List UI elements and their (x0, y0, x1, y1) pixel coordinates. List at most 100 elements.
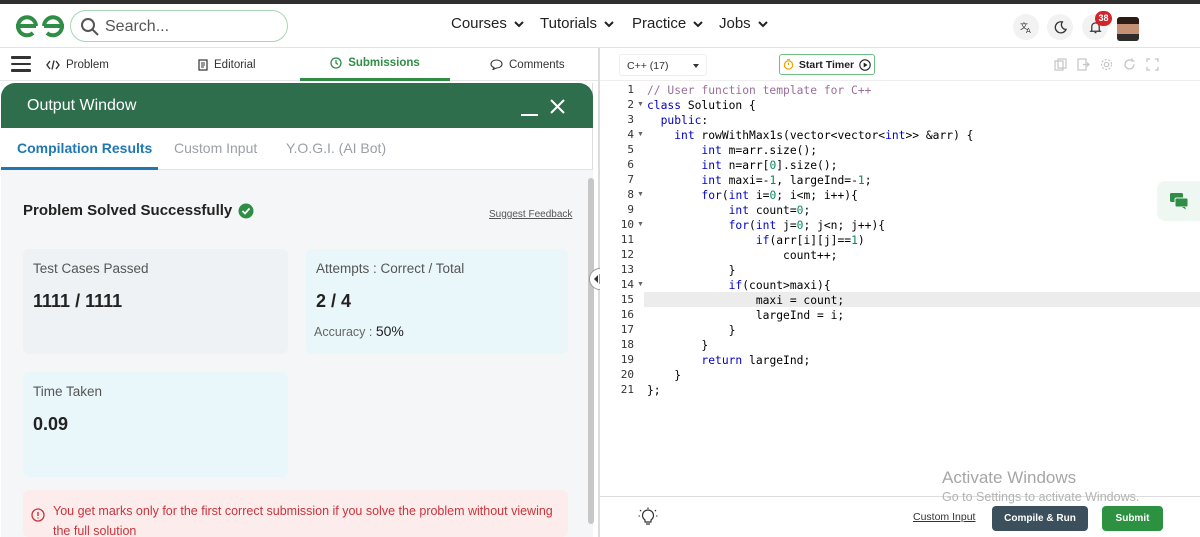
nav-tutorials[interactable]: Tutorials (540, 15, 615, 32)
code-editor[interactable]: // User function template for C++ class S… (646, 82, 1200, 497)
fold-toggle-icon[interactable]: ▼ (637, 281, 644, 288)
code-line[interactable]: if(arr[i][j]==1) (647, 233, 865, 248)
translate-icon: 文A (1020, 21, 1031, 34)
code-line[interactable]: maxi = count; (647, 293, 844, 308)
tab-problem[interactable]: Problem (46, 48, 166, 81)
nav-courses[interactable]: Courses (451, 15, 525, 32)
code-line[interactable]: largeInd = i; (647, 308, 844, 323)
tab-yogi-ai-bot[interactable]: Y.O.G.I. (AI Bot) (286, 140, 386, 156)
clock-icon (330, 57, 342, 69)
submit-button[interactable]: Submit (1102, 506, 1163, 531)
start-timer-label: Start Timer (798, 58, 855, 71)
dark-mode-button[interactable] (1047, 14, 1073, 40)
line-number: 11 (620, 233, 634, 246)
code-line[interactable]: if(count>maxi){ (647, 278, 831, 293)
editor-actions (1054, 58, 1159, 71)
line-number: 16 (620, 308, 634, 321)
problem-tabs: Problem Editorial Submissions Comments (0, 48, 598, 81)
gfg-logo-icon[interactable] (12, 11, 68, 41)
chat-button[interactable] (1157, 181, 1200, 221)
code-line[interactable]: } (647, 338, 708, 353)
tab-comments[interactable]: Comments (490, 48, 590, 81)
line-number-gutter: 1 2 ▼ 3 4 ▼ 5 6 7 8 ▼ 9 10 ▼ 11 12 13 14 ▼ 15 16 17 18 19 20 21 (600, 81, 644, 496)
scrollbar[interactable] (588, 178, 594, 524)
language-value: C++ (17) (627, 60, 669, 72)
code-line[interactable]: }; (647, 383, 661, 398)
accuracy-label: Accuracy : (314, 325, 373, 339)
check-circle-icon (238, 203, 254, 218)
export-icon[interactable] (1077, 58, 1090, 71)
tab-compilation-results[interactable]: Compilation Results (17, 140, 152, 156)
tab-comments-label: Comments (509, 58, 565, 71)
menu-icon[interactable] (11, 56, 31, 72)
status-heading: Problem Solved Successfully (23, 202, 254, 219)
tab-problem-label: Problem (66, 58, 109, 71)
chevron-down-icon (693, 20, 703, 27)
settings-icon[interactable] (1100, 58, 1113, 71)
code-line[interactable]: int m=arr.size(); (647, 143, 817, 158)
language-select[interactable]: C++ (17) (619, 54, 707, 76)
fold-toggle-icon[interactable]: ▼ (637, 221, 644, 228)
nav-jobs[interactable]: Jobs (719, 15, 769, 32)
top-navbar: Courses Tutorials Practice Jobs 文A 38 (0, 4, 1200, 48)
translate-button[interactable]: 文A (1013, 14, 1039, 40)
left-pane: Problem Editorial Submissions Comments O… (0, 48, 598, 537)
code-line[interactable]: for(int j=0; j<n; j++){ (647, 218, 885, 233)
tab-custom-input[interactable]: Custom Input (174, 140, 257, 156)
document-icon (198, 58, 208, 71)
start-timer-button[interactable]: Start Timer (779, 54, 875, 75)
code-line[interactable]: class Solution { (647, 98, 756, 113)
lightbulb-icon[interactable] (638, 507, 658, 527)
line-number: 20 (620, 368, 634, 381)
code-line[interactable]: count++; (647, 248, 837, 263)
moon-icon (1054, 20, 1067, 33)
svg-text:A: A (1026, 27, 1031, 34)
code-line[interactable]: public: (647, 113, 709, 128)
custom-input-link[interactable]: Custom Input (913, 511, 975, 523)
code-line[interactable]: // User function template for C++ (647, 83, 871, 98)
line-number: 10 (620, 218, 634, 231)
close-icon[interactable] (550, 99, 565, 114)
copy-icon[interactable] (1054, 58, 1067, 71)
code-line[interactable]: int maxi=-1, largeInd=-1; (647, 173, 871, 188)
fold-toggle-icon[interactable]: ▼ (637, 191, 644, 198)
code-line[interactable]: for(int i=0; i<m; i++){ (647, 188, 857, 203)
dropdown-arrow-icon (693, 64, 699, 68)
line-number: 21 (620, 383, 634, 396)
fullscreen-icon[interactable] (1146, 58, 1159, 71)
minimize-icon[interactable] (521, 114, 538, 116)
line-number: 14 (620, 278, 634, 291)
nav-tutorials-label: Tutorials (540, 15, 597, 32)
tab-submissions-label: Submissions (348, 57, 420, 69)
chevron-down-icon (604, 20, 614, 27)
compile-run-button[interactable]: Compile & Run (992, 506, 1088, 531)
line-number: 7 (627, 173, 634, 186)
code-line[interactable]: int n=arr[0].size(); (647, 158, 837, 173)
reset-icon[interactable] (1123, 58, 1136, 71)
info-icon (31, 508, 45, 522)
code-line[interactable]: return largeInd; (647, 353, 810, 368)
code-line[interactable]: int count=0; (647, 203, 811, 218)
avatar[interactable] (1117, 17, 1139, 41)
chevron-down-icon (757, 20, 768, 27)
nav-practice-label: Practice (632, 15, 687, 32)
compilation-results-panel: Problem Solved Successfully Suggest Feed… (1, 170, 593, 537)
line-number: 2 (627, 98, 634, 111)
code-line[interactable]: int rowWithMax1s(vector<vector<int>> &ar… (647, 128, 973, 143)
output-tabs: Compilation Results Custom Input Y.O.G.I… (1, 128, 593, 170)
notification-badge: 38 (1095, 11, 1112, 26)
search-input[interactable] (105, 16, 275, 37)
chevron-down-icon (514, 20, 524, 27)
tab-submissions[interactable]: Submissions (300, 48, 450, 81)
code-line[interactable]: } (647, 263, 736, 278)
code-line[interactable]: } (647, 368, 681, 383)
code-line[interactable]: } (647, 323, 736, 338)
accuracy: Accuracy : 50% (314, 323, 404, 339)
nav-courses-label: Courses (451, 15, 507, 32)
nav-practice[interactable]: Practice (632, 15, 704, 32)
suggest-feedback-link[interactable]: Suggest Feedback (489, 209, 572, 220)
time-taken-value: 0.09 (33, 414, 69, 434)
search-box[interactable] (70, 10, 288, 42)
fold-toggle-icon[interactable]: ▼ (637, 131, 644, 138)
fold-toggle-icon[interactable]: ▼ (637, 101, 644, 108)
